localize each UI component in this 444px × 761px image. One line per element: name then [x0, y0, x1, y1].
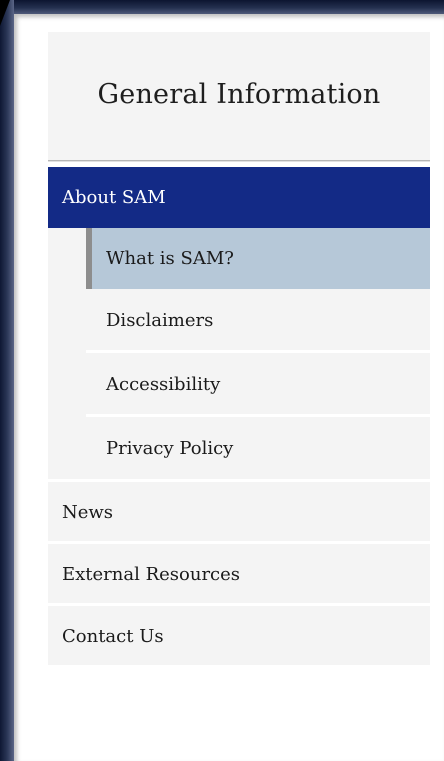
sidebar-header: General Information	[48, 32, 430, 161]
sidebar-item-contact-us[interactable]: Contact Us	[48, 606, 430, 668]
sidebar-item-news[interactable]: News	[48, 482, 430, 544]
about-sam-submenu: What is SAM? Disclaimers Accessibility P…	[48, 228, 430, 482]
sidebar-subitem-disclaimers[interactable]: Disclaimers	[86, 289, 430, 353]
sidebar-item-about-sam[interactable]: About SAM	[48, 167, 430, 228]
sidebar-title: General Information	[97, 78, 381, 110]
sidebar-subitem-what-is-sam[interactable]: What is SAM?	[86, 228, 430, 289]
left-border	[0, 0, 14, 761]
sidebar-subitem-accessibility[interactable]: Accessibility	[86, 353, 430, 417]
sidebar-group-about-sam: About SAM What is SAM? Disclaimers Acces…	[48, 167, 430, 482]
sidebar-subitem-privacy-policy[interactable]: Privacy Policy	[86, 417, 430, 479]
sidebar-item-external-resources[interactable]: External Resources	[48, 544, 430, 606]
general-information-sidebar: General Information About SAM What is SA…	[48, 32, 430, 668]
window-frame: General Information About SAM What is SA…	[0, 0, 444, 761]
top-border	[0, 0, 444, 14]
sidebar-nav: About SAM What is SAM? Disclaimers Acces…	[48, 167, 430, 668]
